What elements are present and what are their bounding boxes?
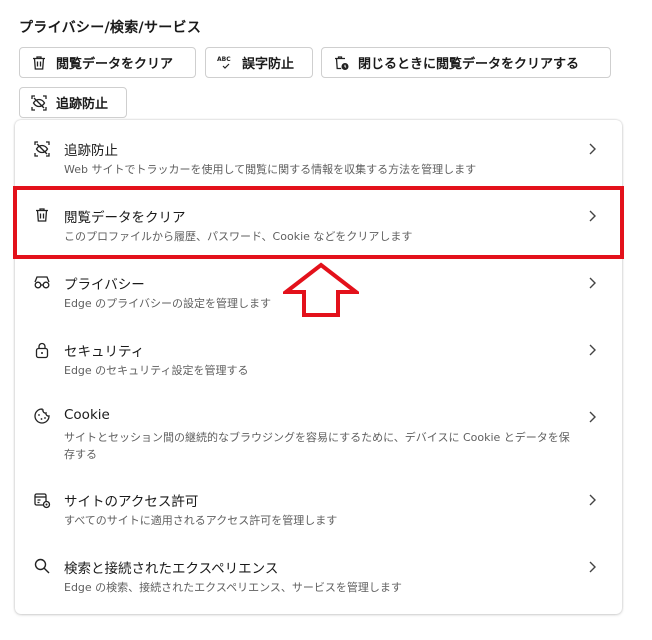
tracking-prevention-icon [30, 94, 48, 112]
chevron-right-icon [586, 275, 598, 289]
spellcheck-icon: ABC [216, 54, 234, 72]
setting-row-search-services[interactable]: 検索と接続されたエクスペリエンス Edge の検索、接続されたエクスペリエンス、… [15, 546, 622, 604]
clear-browsing-data-label: 閲覧データをクリア [56, 57, 174, 72]
settings-page: プライバシー/検索/サービス 閲覧データをクリア ABC 誤字防止 閉じるときに… [0, 0, 652, 640]
lock-icon [32, 340, 52, 360]
page-title: プライバシー/検索/サービス [19, 20, 202, 36]
chevron-right-icon [586, 342, 598, 356]
tracking-prevention-button[interactable]: 追跡防止 [19, 87, 127, 118]
tracking-prevention-icon [32, 139, 52, 159]
svg-text:ABC: ABC [217, 56, 231, 63]
chevron-right-icon [586, 409, 598, 423]
chevron-right-icon [586, 141, 598, 155]
typo-protection-label: 誤字防止 [242, 57, 295, 72]
clear-browsing-data-button[interactable]: 閲覧データをクリア [19, 47, 196, 78]
setting-description: Edge のセキュリティ設定を管理する [64, 364, 249, 377]
setting-title: 追跡防止 [64, 143, 118, 159]
search-icon [32, 556, 52, 576]
setting-description: すべてのサイトに適用されるアクセス許可を管理します [64, 514, 338, 527]
setting-title: Cookie [64, 407, 110, 423]
setting-row-cookie[interactable]: Cookie サイトとセッション間の継続的なブラウジングを容易にするために、デバ… [15, 396, 622, 470]
glasses-icon [32, 272, 52, 292]
setting-title: セキュリティ [64, 344, 145, 360]
chevron-right-icon [586, 559, 598, 573]
clear-on-close-label: 閉じるときに閲覧データをクリアする [358, 57, 580, 72]
setting-description: Edge の検索、接続されたエクスペリエンス、サービスを管理します [64, 581, 402, 594]
setting-row-site-permissions[interactable]: サイトのアクセス許可 すべてのサイトに適用されるアクセス許可を管理します [15, 479, 622, 537]
setting-title: サイトのアクセス許可 [64, 494, 199, 510]
trash-icon [30, 54, 48, 72]
tracking-prevention-label: 追跡防止 [56, 97, 109, 112]
setting-row-security[interactable]: セキュリティ Edge のセキュリティ設定を管理する [15, 329, 622, 387]
clear-on-close-button[interactable]: 閉じるときに閲覧データをクリアする [321, 47, 611, 78]
site-permissions-icon [32, 490, 52, 510]
setting-row-tracking-prevention[interactable]: 追跡防止 Web サイトでトラッカーを使用して閲覧に関する情報を収集する方法を管… [15, 128, 622, 186]
highlight-box [13, 186, 624, 259]
chevron-right-icon [586, 492, 598, 506]
setting-title: 検索と接続されたエクスペリエンス [64, 561, 279, 577]
setting-description: Web サイトでトラッカーを使用して閲覧に関する情報を収集する方法を管理します [64, 163, 477, 176]
typo-protection-button[interactable]: ABC 誤字防止 [205, 47, 313, 78]
setting-description: サイトとセッション間の継続的なブラウジングを容易にするために、デバイスに Coo… [64, 431, 570, 461]
setting-title: プライバシー [64, 277, 145, 293]
cookie-icon [32, 406, 52, 426]
trash-clock-icon [332, 54, 350, 72]
annotation-arrow [283, 262, 359, 317]
